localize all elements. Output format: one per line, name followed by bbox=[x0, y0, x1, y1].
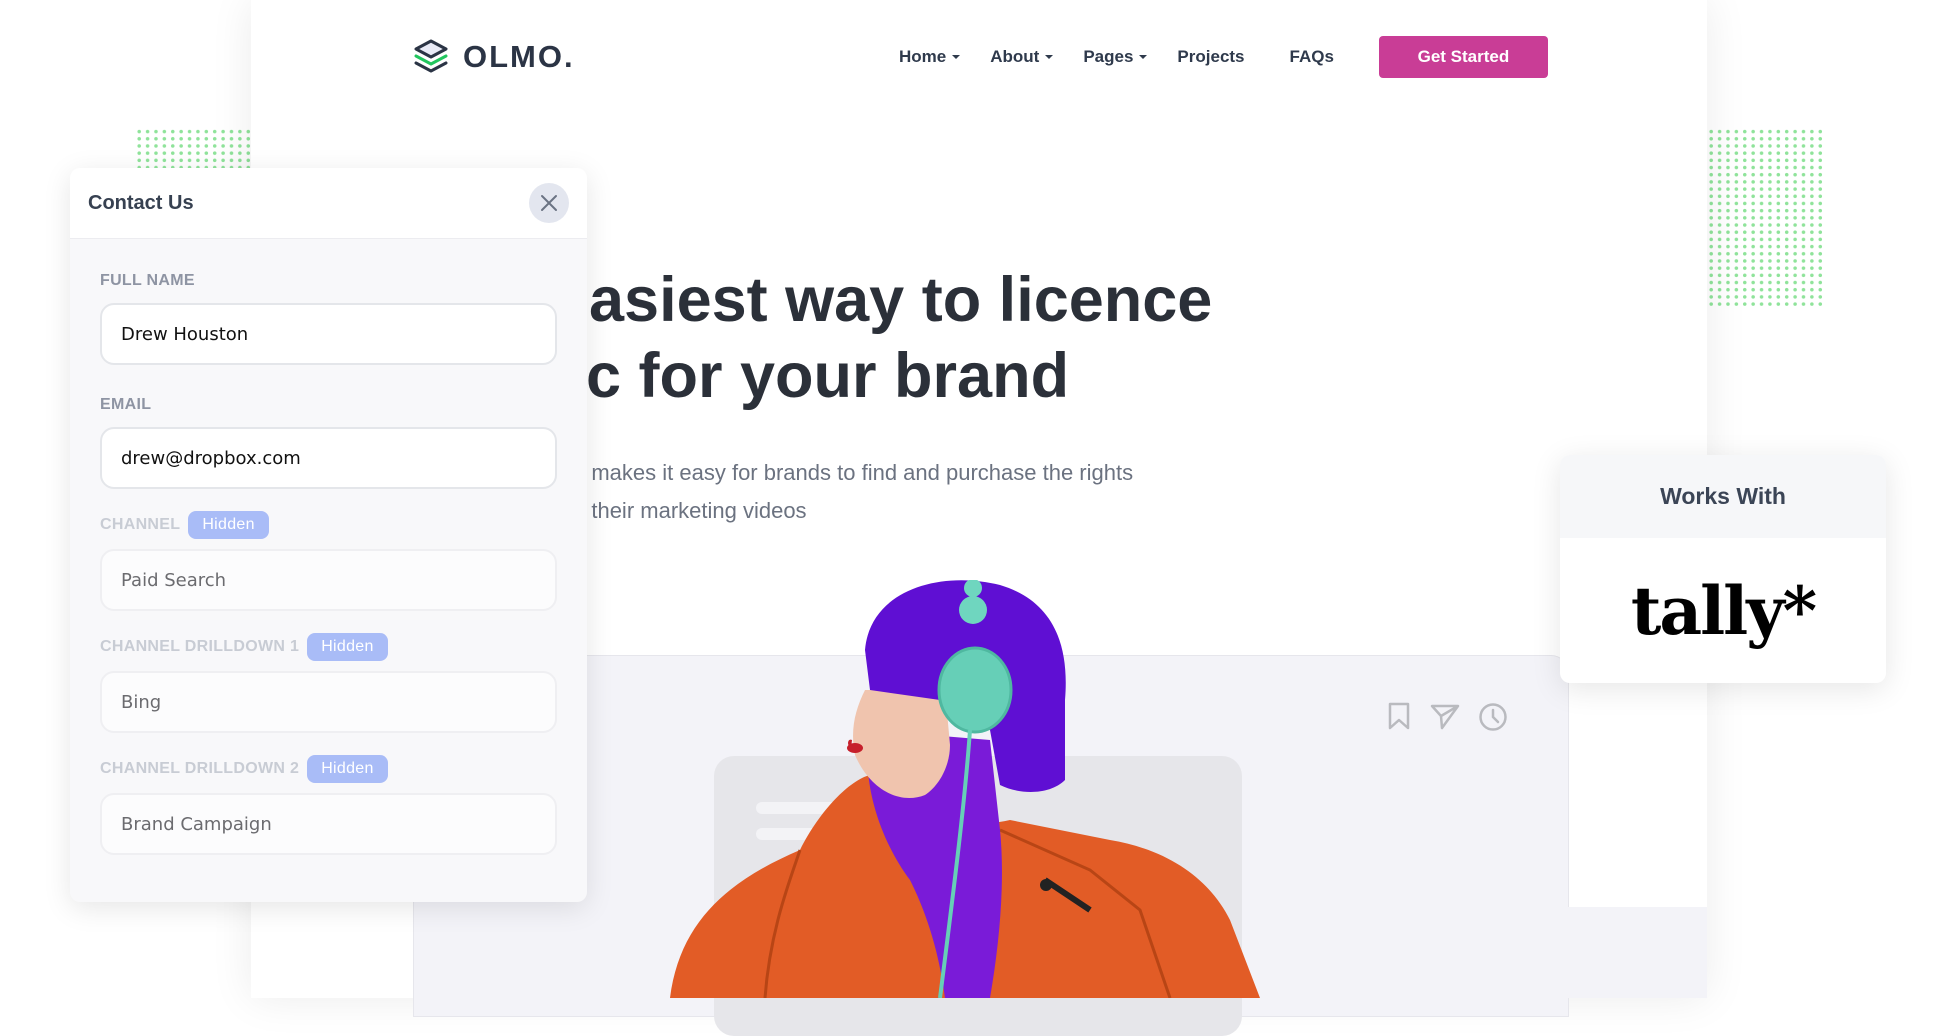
get-started-button[interactable]: Get Started bbox=[1378, 36, 1548, 78]
hero-subtitle-line-2: n their marketing videos bbox=[573, 498, 807, 523]
nav-faqs-label: FAQs bbox=[1289, 47, 1334, 66]
email-input[interactable] bbox=[100, 427, 557, 489]
nav-faqs[interactable]: FAQs bbox=[1290, 47, 1334, 67]
nav-pages[interactable]: Pages bbox=[1083, 47, 1148, 67]
channel-drilldown-2-input[interactable] bbox=[100, 793, 557, 855]
contact-form-body: FULL NAME EMAIL CHANNEL Hidden CHANNEL DR… bbox=[70, 239, 587, 855]
channel-input[interactable] bbox=[100, 549, 557, 611]
nav-home[interactable]: Home bbox=[899, 47, 961, 67]
channel-drilldown-1-input[interactable] bbox=[100, 671, 557, 733]
channel-drilldown-1-label: CHANNEL DRILLDOWN 1 Hidden bbox=[100, 631, 557, 663]
channel-label-text: CHANNEL bbox=[100, 516, 181, 533]
nav-home-label: Home bbox=[899, 47, 947, 66]
email-label: EMAIL bbox=[100, 389, 557, 421]
hidden-badge: Hidden bbox=[188, 511, 269, 539]
preview-toolbar bbox=[1386, 702, 1508, 732]
close-button[interactable] bbox=[529, 183, 569, 223]
nav-about[interactable]: About bbox=[990, 47, 1054, 67]
brand-logo[interactable]: OLMO. bbox=[411, 37, 575, 77]
dot-pattern-left bbox=[135, 128, 255, 168]
caret-down-icon bbox=[952, 55, 961, 59]
caret-down-icon bbox=[1045, 55, 1054, 59]
nav-projects-label: Projects bbox=[1177, 47, 1245, 66]
hero-title-line-2: c for your brand bbox=[586, 341, 1070, 411]
contact-form-title: Contact Us bbox=[88, 191, 194, 214]
full-name-label: FULL NAME bbox=[100, 265, 557, 297]
tally-logo[interactable]: tally* bbox=[1560, 538, 1886, 683]
send-icon[interactable] bbox=[1430, 702, 1460, 730]
nav-pages-label: Pages bbox=[1083, 47, 1134, 66]
hero-title: asiest way to licence c for your brand bbox=[586, 262, 1213, 414]
close-icon bbox=[541, 195, 557, 211]
hero-subtitle-line-1: e makes it easy for brands to find and p… bbox=[573, 460, 1134, 485]
full-name-input[interactable] bbox=[100, 303, 557, 365]
clock-icon[interactable] bbox=[1478, 702, 1508, 732]
works-with-card: Works With tally* bbox=[1560, 455, 1886, 683]
full-name-label-text: FULL NAME bbox=[100, 272, 195, 289]
bookmark-icon[interactable] bbox=[1386, 702, 1412, 730]
channel-drilldown-1-label-text: CHANNEL DRILLDOWN 1 bbox=[100, 638, 300, 655]
hidden-badge: Hidden bbox=[307, 755, 388, 783]
channel-label: CHANNEL Hidden bbox=[100, 509, 557, 541]
section-strip bbox=[1567, 907, 1707, 998]
dot-pattern-right bbox=[1707, 128, 1825, 306]
email-label-text: EMAIL bbox=[100, 396, 152, 413]
hero-subtitle: e makes it easy for brands to find and p… bbox=[573, 454, 1133, 530]
works-with-title: Works With bbox=[1560, 455, 1886, 538]
hero-title-line-1: asiest way to licence bbox=[589, 265, 1213, 335]
hidden-badge: Hidden bbox=[307, 633, 388, 661]
brand-name: OLMO. bbox=[463, 39, 575, 74]
channel-drilldown-2-label: CHANNEL DRILLDOWN 2 Hidden bbox=[100, 753, 557, 785]
nav-about-label: About bbox=[990, 47, 1040, 66]
main-nav: Home About Pages Projects FAQs Get Start… bbox=[899, 36, 1548, 78]
contact-form-card: Contact Us FULL NAME EMAIL CHANNEL Hidden… bbox=[70, 168, 587, 902]
channel-drilldown-2-label-text: CHANNEL DRILLDOWN 2 bbox=[100, 760, 300, 777]
contact-form-header: Contact Us bbox=[70, 168, 587, 239]
hero-photo-woman-headphones bbox=[670, 580, 1260, 998]
nav-projects[interactable]: Projects bbox=[1177, 47, 1244, 67]
layers-icon bbox=[414, 39, 448, 73]
caret-down-icon bbox=[1139, 55, 1148, 59]
